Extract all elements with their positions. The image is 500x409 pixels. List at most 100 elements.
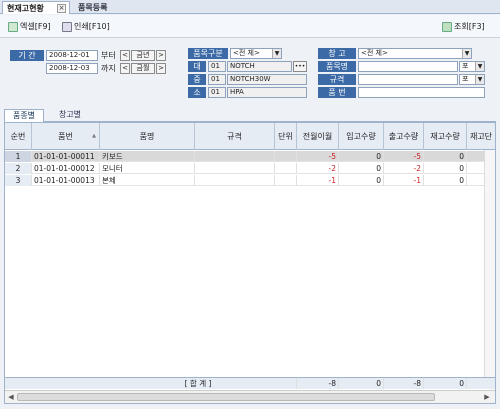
medium-category-code[interactable]: 01	[208, 74, 226, 85]
item-no-field[interactable]	[358, 87, 485, 98]
small-category-label: 소	[188, 87, 206, 98]
row-spec	[195, 175, 275, 186]
column-header-stock-qty[interactable]: 재고수량	[424, 123, 467, 150]
row-in-qty: 0	[339, 163, 384, 174]
period-label: 기 간	[10, 50, 44, 61]
prev-year-button[interactable]: <	[120, 50, 130, 61]
row-item-no: 01-01-01-00011	[32, 151, 100, 162]
totals-label: [ 합 계 ]	[100, 378, 297, 389]
column-header-item-name[interactable]: 품명	[100, 123, 195, 150]
item-type-select[interactable]: <전 체> ▼	[230, 48, 282, 59]
excel-label: 엑셀[F9]	[20, 22, 51, 31]
table-row[interactable]: 1 01-01-01-00011 키보드 -5 0 -5 0	[5, 151, 495, 162]
tab-item-registration[interactable]: 품목등록	[74, 1, 124, 14]
large-category-label: 대	[188, 61, 206, 72]
totals-prev-carry: -8	[297, 378, 339, 389]
row-in-qty: 0	[339, 175, 384, 186]
item-name-label: 품목명	[318, 61, 356, 72]
row-stock-qty: 0	[424, 151, 467, 162]
excel-button[interactable]: 엑셀[F9]	[8, 20, 51, 33]
row-spec	[195, 151, 275, 162]
column-header-stock-price[interactable]: 재고단	[467, 123, 495, 150]
row-stock-qty: 0	[424, 163, 467, 174]
date-to-field[interactable]: 2008-12-03	[46, 63, 98, 74]
vertical-scrollbar[interactable]	[484, 150, 495, 377]
spec-match-select[interactable]: 포 ▼	[459, 74, 485, 85]
close-icon[interactable]: ×	[57, 4, 66, 13]
printer-icon	[62, 21, 72, 32]
row-item-name: 본체	[100, 175, 195, 186]
warehouse-label: 창 고	[318, 48, 356, 59]
warehouse-select[interactable]: <전 체> ▼	[358, 48, 472, 59]
item-name-match-value: 포	[462, 62, 469, 70]
medium-category-name: NOTCH30W	[227, 74, 307, 85]
horizontal-scrollbar[interactable]: ◀ ▶	[5, 390, 495, 403]
chevron-down-icon: ▼	[462, 49, 471, 58]
row-seq: 1	[5, 151, 32, 162]
row-unit	[275, 151, 297, 162]
item-name-field[interactable]	[358, 61, 458, 72]
search-label: 조회[F3]	[454, 22, 485, 31]
column-header-prev-carry[interactable]: 전월이월	[297, 123, 339, 150]
totals-row: [ 합 계 ] -8 0 -8 0	[5, 377, 495, 389]
sort-ascending-icon: ▲	[92, 133, 96, 139]
totals-stock-qty: 0	[424, 378, 467, 389]
toolbar: 엑셀[F9] 인쇄[F10] 조회[F3]	[0, 15, 500, 38]
print-button[interactable]: 인쇄[F10]	[62, 20, 110, 33]
scroll-left-icon[interactable]: ◀	[6, 392, 16, 402]
totals-out-qty: -8	[384, 378, 424, 389]
filter-panel: 기 간 2008-12-01 부터 2008-12-03 까지 < 금년 > <…	[0, 39, 500, 105]
item-type-value: <전 체>	[233, 49, 260, 57]
row-prev-carry: -2	[297, 163, 339, 174]
table-row[interactable]: 2 01-01-01-00012 모니터 -2 0 -2 0	[5, 163, 495, 174]
row-in-qty: 0	[339, 151, 384, 162]
row-item-name: 모니터	[100, 163, 195, 174]
column-header-seq[interactable]: 순번	[5, 123, 32, 150]
item-name-match-select[interactable]: 포 ▼	[459, 61, 485, 72]
table-row[interactable]: 3 01-01-01-00013 본체 -1 0 -1 0	[5, 175, 495, 186]
document-tab-bar: 현재고현황 × 품목등록	[0, 0, 500, 14]
large-category-code[interactable]: 01	[208, 61, 226, 72]
this-year-button[interactable]: 금년	[131, 50, 155, 61]
to-suffix: 까지	[101, 64, 116, 73]
small-category-code[interactable]: 01	[208, 87, 226, 98]
date-from-field[interactable]: 2008-12-01	[46, 50, 98, 61]
large-category-name: NOTCH	[227, 61, 292, 72]
spec-label: 규격	[318, 74, 356, 85]
medium-category-label: 중	[188, 74, 206, 85]
tab-by-item[interactable]: 품종별	[4, 109, 44, 122]
scrollbar-thumb[interactable]	[17, 393, 435, 401]
column-header-item-no[interactable]: 품번 ▲	[32, 123, 100, 150]
row-stock-qty: 0	[424, 175, 467, 186]
next-month-button[interactable]: >	[156, 63, 166, 74]
spec-match-value: 포	[462, 75, 469, 83]
search-button[interactable]: 조회[F3]	[442, 20, 485, 33]
chevron-down-icon: ▼	[475, 75, 484, 84]
row-out-qty: -5	[384, 151, 424, 162]
row-item-name: 키보드	[100, 151, 195, 162]
small-category-name: HPA	[227, 87, 307, 98]
totals-in-qty: 0	[339, 378, 384, 389]
row-prev-carry: -5	[297, 151, 339, 162]
tab-by-warehouse[interactable]: 창고별	[48, 109, 92, 122]
spec-field[interactable]	[358, 74, 458, 85]
next-year-button[interactable]: >	[156, 50, 166, 61]
row-spec	[195, 163, 275, 174]
category-lookup-button[interactable]: •••	[293, 61, 307, 72]
grid-header: 순번 품번 ▲ 품명 규격 단위 전월이월 입고수량 출고수량 재고수량 재고단	[5, 123, 495, 150]
tab-current-stock[interactable]: 현재고현황 ×	[2, 1, 70, 14]
scroll-right-icon[interactable]: ▶	[482, 392, 492, 402]
column-header-spec[interactable]: 규격	[195, 123, 275, 150]
row-out-qty: -2	[384, 163, 424, 174]
column-header-out-qty[interactable]: 출고수량	[384, 123, 424, 150]
view-tab-bar: 품종별 창고별	[4, 108, 496, 122]
prev-month-button[interactable]: <	[120, 63, 130, 74]
excel-icon	[8, 21, 18, 32]
search-icon	[442, 21, 452, 32]
column-header-unit[interactable]: 단위	[275, 123, 297, 150]
row-unit	[275, 175, 297, 186]
column-header-in-qty[interactable]: 입고수량	[339, 123, 384, 150]
column-header-label: 품번	[58, 132, 73, 141]
this-month-button[interactable]: 금월	[131, 63, 155, 74]
chevron-down-icon: ▼	[272, 49, 281, 58]
